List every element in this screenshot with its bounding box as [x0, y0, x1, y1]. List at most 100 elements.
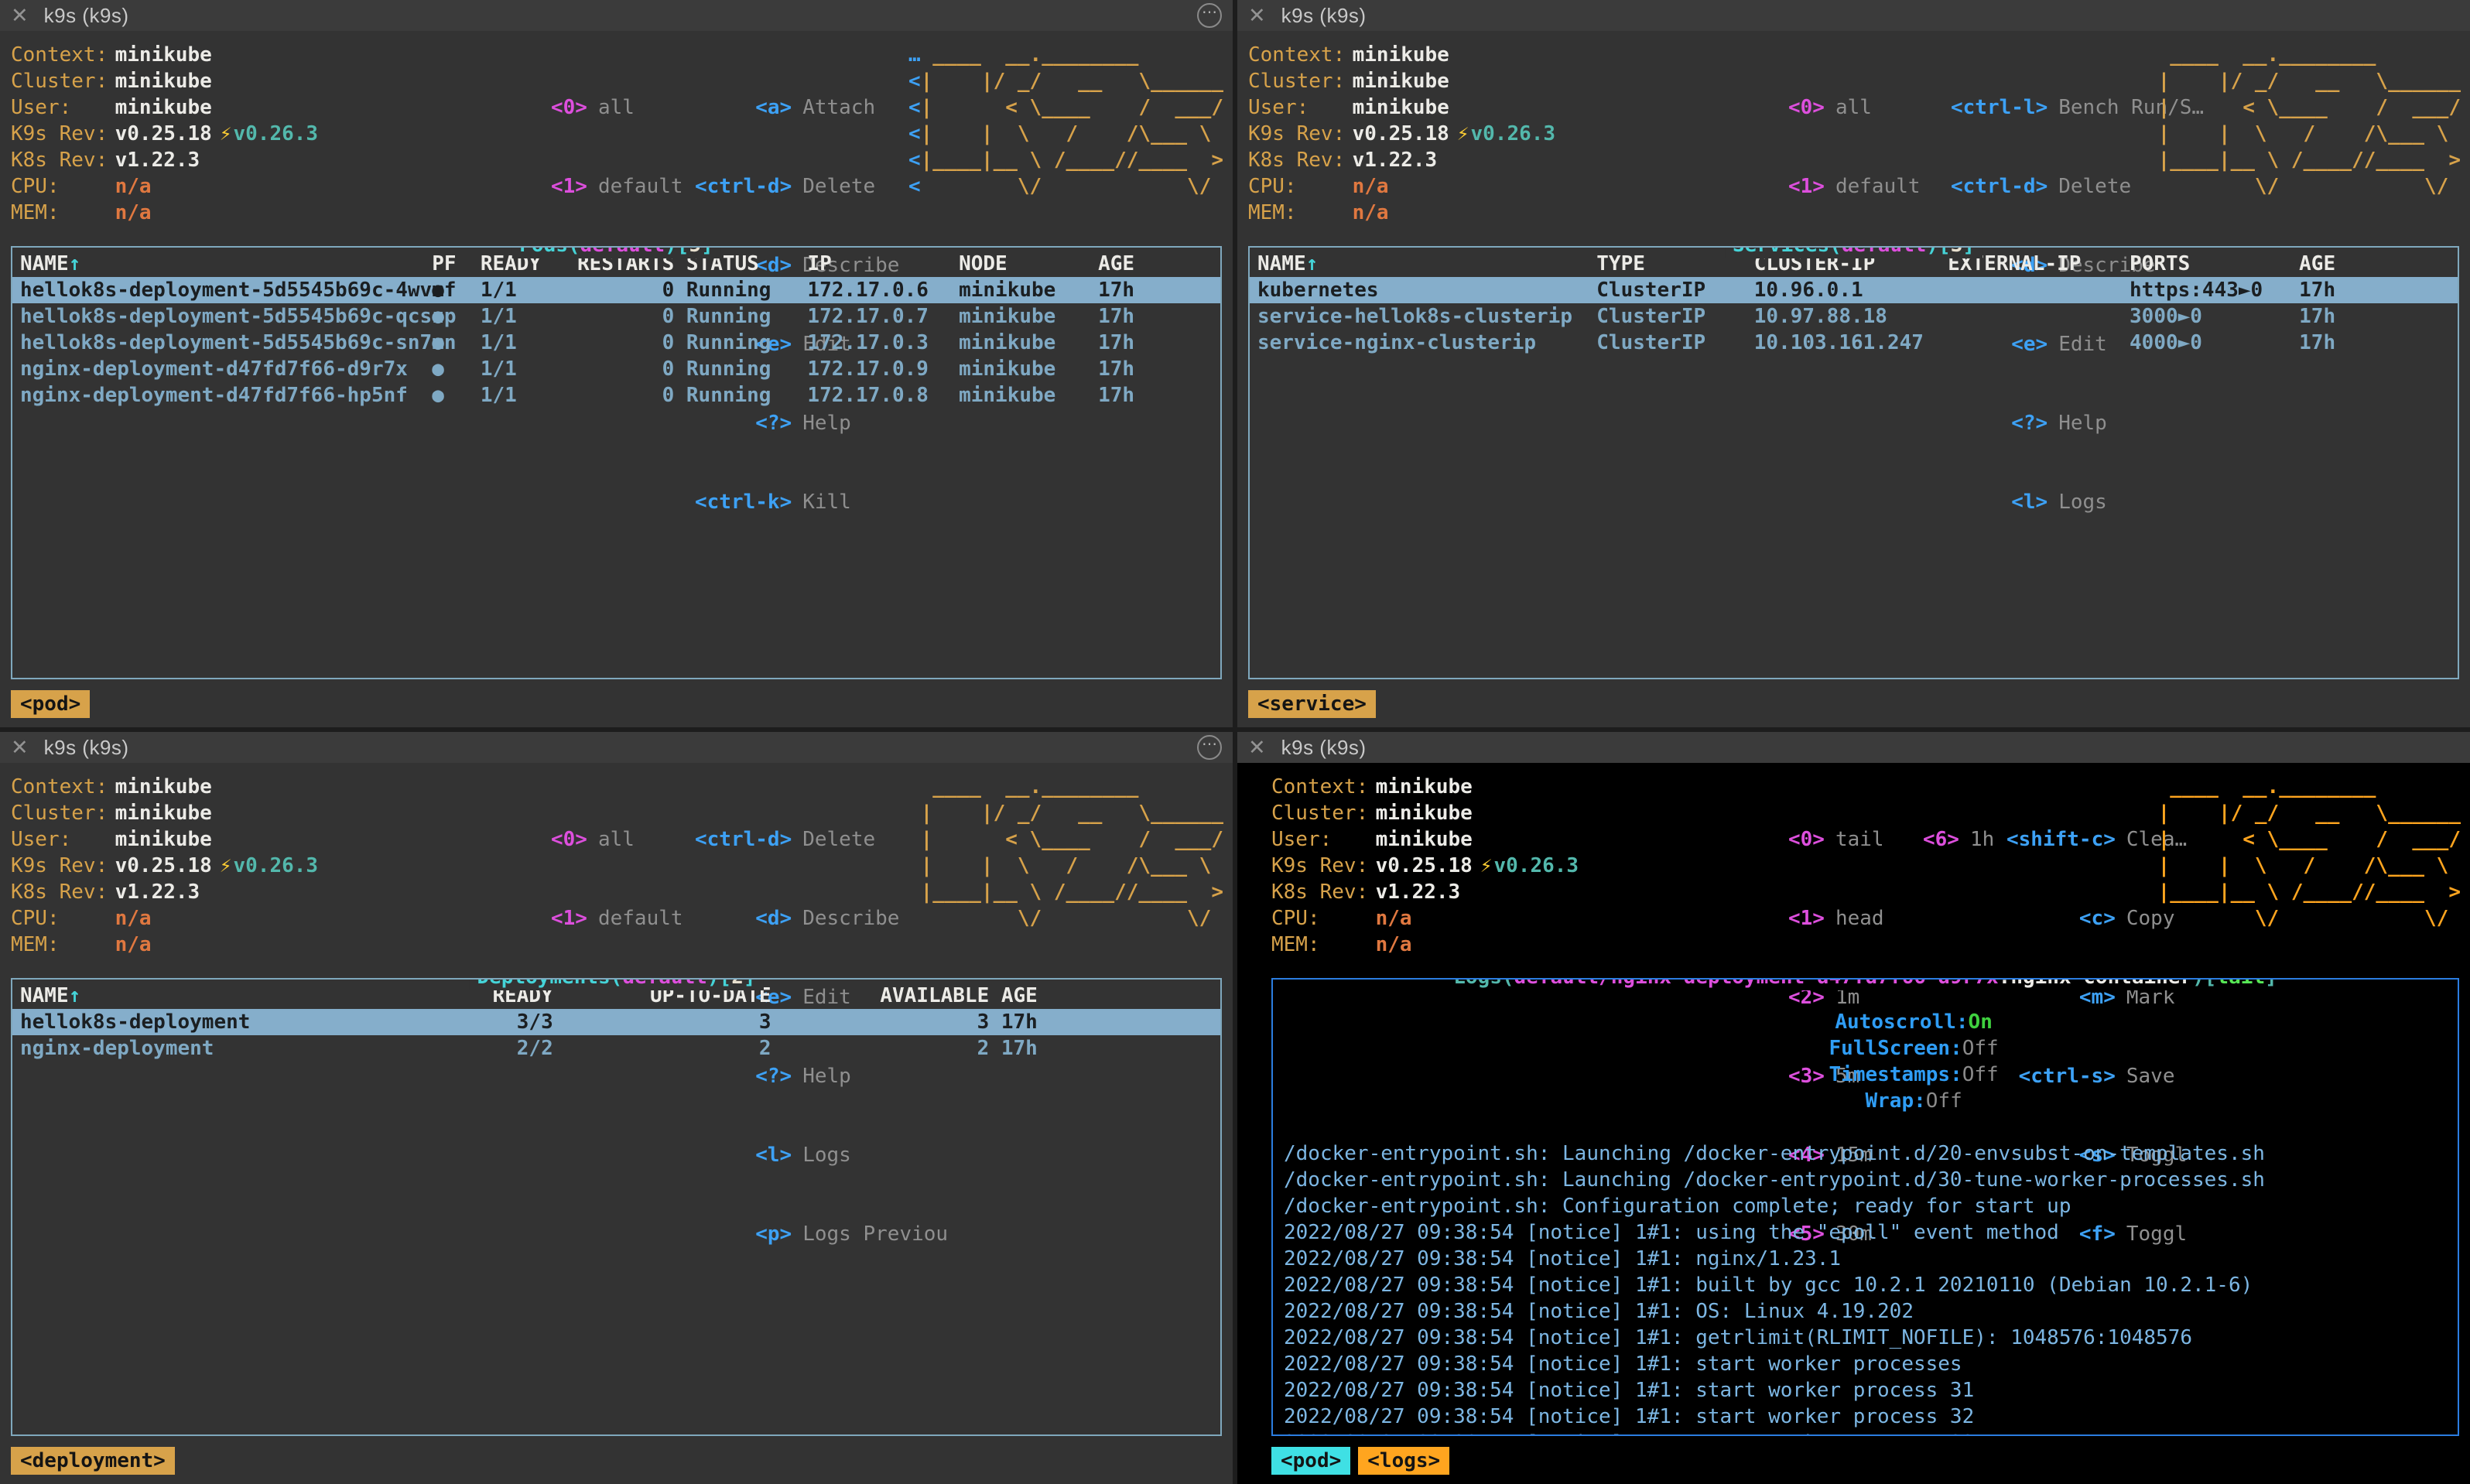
k9s-rev-label: K9s Rev: — [11, 853, 115, 879]
mem-label: MEM: — [1248, 200, 1353, 226]
crumb-deployment[interactable]: <deployment> — [11, 1447, 175, 1475]
terminal-pane-services: ✕ k9s (k9s) Context:minikube Cluster:min… — [1237, 0, 2470, 727]
menu-item[interactable]: <1>head — [1788, 905, 1885, 932]
user-value: minikube — [115, 96, 212, 119]
deployment-row-selected[interactable]: hellok8s-deployment3/33317h — [12, 1009, 1220, 1035]
service-row-selected[interactable]: kubernetesClusterIP10.96.0.1https:443►01… — [1250, 277, 2458, 303]
menu-item[interactable]: <0>all — [551, 826, 683, 853]
breadcrumb: <service> — [1248, 690, 2470, 727]
close-icon[interactable]: ✕ — [1248, 2, 1266, 29]
menu-item[interactable]: <6>1h — [1923, 826, 2020, 853]
service-row[interactable]: service-hellok8s-clusteripClusterIP10.97… — [1250, 303, 2458, 330]
window-title: k9s (k9s) — [1281, 2, 1367, 29]
terminal-pane-logs: ✕ k9s (k9s) Context:minikube Cluster:min… — [1237, 732, 2470, 1484]
col-node: NODE — [959, 251, 1098, 277]
k8s-rev-label: K8s Rev: — [11, 147, 115, 173]
log-lines: /docker-entrypoint.sh: Launching /docker… — [1273, 1140, 2458, 1436]
k9s-logo: ____ __.________ | |/ _/ __ \______ | < … — [2146, 774, 2461, 932]
crumb-pod[interactable]: <pod> — [1271, 1447, 1350, 1475]
sort-arrow-icon: ↑ — [1306, 252, 1319, 275]
pod-row-selected[interactable]: hellok8s-deployment-5d5545b69c-4wvmf●1/1… — [12, 277, 1220, 303]
pod-row[interactable]: hellok8s-deployment-5d5545b69c-qcszp●1/1… — [12, 303, 1220, 330]
cluster-hud: Context:minikube Cluster:minikube User:m… — [1237, 42, 2470, 235]
crumb-pod[interactable]: <pod> — [11, 690, 90, 718]
log-line: 2022/08/27 09:38:54 [notice] 1#1: start … — [1273, 1377, 2458, 1404]
user-label: User: — [11, 826, 115, 853]
menu-item[interactable]: <a>Attach — [695, 94, 899, 121]
k9s-rev-label: K9s Rev: — [1271, 853, 1376, 879]
menu-item[interactable]: <ctrl-d>Delete — [695, 173, 899, 200]
log-line: 2022/08/27 09:38:54 [notice] 1#1: nginx/… — [1273, 1246, 2458, 1272]
menu-item[interactable]: <0>tail — [1788, 826, 1885, 853]
cluster-hud: Context:minikube Cluster:minikube User:m… — [1237, 774, 2470, 967]
cluster-value: minikube — [1353, 70, 1449, 93]
window-titlebar: ✕ k9s (k9s) — [1237, 732, 2470, 763]
user-value: minikube — [1376, 828, 1473, 851]
col-age: AGE — [2299, 251, 2453, 277]
log-line: /docker-entrypoint.sh: Launching /docker… — [1273, 1140, 2458, 1167]
namespace-hotkeys: <0>all <1>default — [551, 42, 683, 252]
col-pf: PF — [432, 251, 481, 277]
deployments-view: Context:minikube Cluster:minikube User:m… — [0, 763, 1233, 1484]
menu-item[interactable]: <1>default — [551, 173, 683, 200]
window-title: k9s (k9s) — [44, 2, 129, 29]
cpu-value: n/a — [115, 907, 152, 930]
window-menu-icon[interactable]: ⋯ — [1197, 735, 1222, 760]
sort-arrow-icon: ↑ — [69, 984, 81, 1007]
crumb-logs[interactable]: <logs> — [1358, 1447, 1449, 1475]
col-name: NAME↑ — [1257, 251, 1596, 277]
services-view: Context:minikube Cluster:minikube User:m… — [1237, 31, 2470, 727]
col-ports: PORTS — [2130, 251, 2299, 277]
cluster-label: Cluster: — [1271, 800, 1376, 826]
window-menu-icon[interactable]: ⋯ — [1197, 3, 1222, 28]
upgrade-bolt-icon: ⚡ — [220, 122, 232, 145]
timestamps-indicator[interactable]: Timestamps:Off — [1829, 1063, 1999, 1086]
cluster-hud: Context:minikube Cluster:minikube User:m… — [0, 42, 1233, 235]
menu-item[interactable]: <0>all — [551, 94, 683, 121]
log-line: /docker-entrypoint.sh: Configuration com… — [1273, 1193, 2458, 1219]
k8s-rev-value: v1.22.3 — [1376, 880, 1461, 904]
k8s-rev-value: v1.22.3 — [1353, 149, 1438, 172]
crumb-service[interactable]: <service> — [1248, 690, 1376, 718]
window-titlebar: ✕ k9s (k9s) ⋯ — [0, 0, 1233, 31]
wrap-indicator[interactable]: Wrap:Off — [1865, 1089, 1962, 1113]
service-row[interactable]: service-nginx-clusteripClusterIP10.103.1… — [1250, 330, 2458, 356]
port-forward-dot: ● — [432, 382, 481, 409]
k8s-rev-value: v1.22.3 — [115, 880, 200, 904]
context-value: minikube — [115, 43, 212, 67]
pod-row[interactable]: hellok8s-deployment-5d5545b69c-sn7mn●1/1… — [12, 330, 1220, 356]
k9s-rev-value: v0.25.18 — [1376, 854, 1473, 877]
cluster-value: minikube — [115, 70, 212, 93]
pod-row[interactable]: nginx-deployment-d47fd7f66-hp5nf●1/10Run… — [12, 382, 1220, 409]
cpu-value: n/a — [1353, 175, 1389, 198]
k9s-new-version: v0.26.3 — [234, 854, 319, 877]
window-titlebar: ✕ k9s (k9s) — [1237, 0, 2470, 31]
terminal-pane-pods: ✕ k9s (k9s) ⋯ Context:minikube Cluster:m… — [0, 0, 1233, 727]
menu-item[interactable]: <1>default — [551, 905, 683, 932]
close-icon[interactable]: ✕ — [1248, 734, 1266, 761]
pod-row[interactable]: nginx-deployment-d47fd7f66-d9r7x●1/10Run… — [12, 356, 1220, 382]
menu-item[interactable]: <1>default — [1788, 173, 1921, 200]
context-value: minikube — [1376, 775, 1473, 798]
logs-view: Context:minikube Cluster:minikube User:m… — [1237, 763, 2470, 1484]
fullscreen-indicator[interactable]: FullScreen:Off — [1829, 1037, 1999, 1060]
menu-item[interactable]: <0>all — [1788, 94, 1921, 121]
context-label: Context: — [1271, 774, 1376, 800]
terminal-pane-deployments: ✕ k9s (k9s) ⋯ Context:minikube Cluster:m… — [0, 732, 1233, 1484]
context-label: Context: — [11, 42, 115, 68]
deployment-row[interactable]: nginx-deployment2/22217h — [12, 1035, 1220, 1062]
close-icon[interactable]: ✕ — [11, 734, 29, 761]
pods-table-title: Pods(default)[5] — [511, 246, 720, 258]
mem-label: MEM: — [11, 200, 115, 226]
upgrade-bolt-icon: ⚡ — [1480, 854, 1493, 877]
log-line: 2022/08/27 09:38:54 [notice] 1#1: start … — [1273, 1351, 2458, 1377]
cpu-label: CPU: — [1271, 905, 1376, 932]
col-ip: IP — [807, 251, 959, 277]
context-label: Context: — [1248, 42, 1353, 68]
user-value: minikube — [115, 828, 212, 851]
col-age: AGE — [1098, 251, 1216, 277]
k9s-new-version: v0.26.3 — [1471, 122, 1556, 145]
services-table-title: Services(default)[3] — [1725, 246, 1982, 258]
autoscroll-indicator[interactable]: Autoscroll:On — [1835, 1010, 1993, 1034]
close-icon[interactable]: ✕ — [11, 2, 29, 29]
